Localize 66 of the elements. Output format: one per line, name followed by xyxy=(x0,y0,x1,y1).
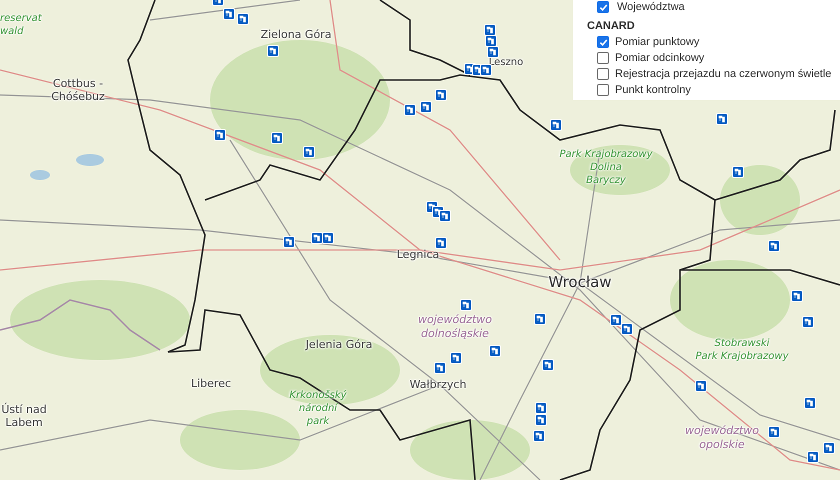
checkbox[interactable] xyxy=(597,52,609,64)
map-marker-icon[interactable] xyxy=(237,13,249,25)
map-marker-icon[interactable] xyxy=(535,402,547,414)
layer-label: Punkt kontrolny xyxy=(615,83,691,97)
city-label: Zielona Góra xyxy=(260,28,332,41)
map-marker-icon[interactable] xyxy=(450,352,462,364)
group-title: CANARD xyxy=(587,19,636,33)
map-marker-icon[interactable] xyxy=(434,362,446,374)
checkbox[interactable] xyxy=(597,84,609,96)
map-marker-icon[interactable] xyxy=(716,113,728,125)
city-label: Leszno xyxy=(488,57,524,69)
map-marker-icon[interactable] xyxy=(271,132,283,144)
park-label: Park Krajobrazowy Dolina Baryczy xyxy=(560,148,652,187)
map-marker-icon[interactable] xyxy=(439,210,451,222)
map-marker-icon[interactable] xyxy=(768,426,780,438)
map-marker-icon[interactable] xyxy=(283,236,295,248)
map-marker-icon[interactable] xyxy=(223,8,235,20)
city-label: Jelenia Góra xyxy=(306,338,372,351)
map-marker-icon[interactable] xyxy=(460,299,472,311)
map-marker-icon[interactable] xyxy=(485,35,497,47)
map-marker-icon[interactable] xyxy=(610,314,622,326)
map-marker-icon[interactable] xyxy=(435,89,447,101)
map-marker-icon[interactable] xyxy=(550,119,562,131)
city-label: Liberec xyxy=(190,377,232,390)
city-label: Wałbrzych xyxy=(410,378,466,391)
city-label: Wrocław xyxy=(548,274,612,291)
map-marker-icon[interactable] xyxy=(791,290,803,302)
map-marker-icon[interactable] xyxy=(804,397,816,409)
map-marker-icon[interactable] xyxy=(535,414,547,426)
checkbox[interactable] xyxy=(597,68,609,80)
map-marker-icon[interactable] xyxy=(303,146,315,158)
map-marker-icon[interactable] xyxy=(732,166,744,178)
layer-label: Pomiar odcinkowy xyxy=(615,51,704,65)
checkbox[interactable] xyxy=(597,36,609,48)
map-marker-icon[interactable] xyxy=(484,24,496,36)
map-marker-icon[interactable] xyxy=(404,104,416,116)
city-label: Legnica xyxy=(396,248,440,261)
check-icon xyxy=(598,38,608,46)
region-label: województwo dolnośląskie xyxy=(418,313,492,341)
map-marker-icon[interactable] xyxy=(489,345,501,357)
park-label: Stobrawski Park Krajobrazowy xyxy=(696,337,788,363)
map-marker-icon[interactable] xyxy=(487,46,499,58)
city-label: Ústí nad Labem xyxy=(1,403,47,429)
map-marker-icon[interactable] xyxy=(621,323,633,335)
layer-label: Województwa xyxy=(617,0,685,14)
map-marker-icon[interactable] xyxy=(823,442,835,454)
map-marker-icon[interactable] xyxy=(768,240,780,252)
layer-label: Pomiar punktowy xyxy=(615,35,700,49)
map-marker-icon[interactable] xyxy=(435,237,447,249)
map-marker-icon[interactable] xyxy=(807,451,819,463)
map-marker-icon[interactable] xyxy=(802,316,814,328)
layer-label: Rejestracja przejazdu na czerwonym świetle xyxy=(615,67,832,81)
map-marker-icon[interactable] xyxy=(533,430,545,442)
map-marker-icon[interactable] xyxy=(267,45,279,57)
map-marker-icon[interactable] xyxy=(542,359,554,371)
map-marker-icon[interactable] xyxy=(311,232,323,244)
map-marker-icon[interactable] xyxy=(420,101,432,113)
map-marker-icon[interactable] xyxy=(480,64,492,76)
city-label: Cottbus - Chóśebuz xyxy=(51,77,105,103)
park-label: reservat wald xyxy=(0,12,42,38)
map-marker-icon[interactable] xyxy=(322,232,334,244)
check-icon xyxy=(598,2,608,12)
map-marker-icon[interactable] xyxy=(695,380,707,392)
checkbox[interactable] xyxy=(597,1,609,13)
map-marker-icon[interactable] xyxy=(214,129,226,141)
map-marker-icon[interactable] xyxy=(534,313,546,325)
